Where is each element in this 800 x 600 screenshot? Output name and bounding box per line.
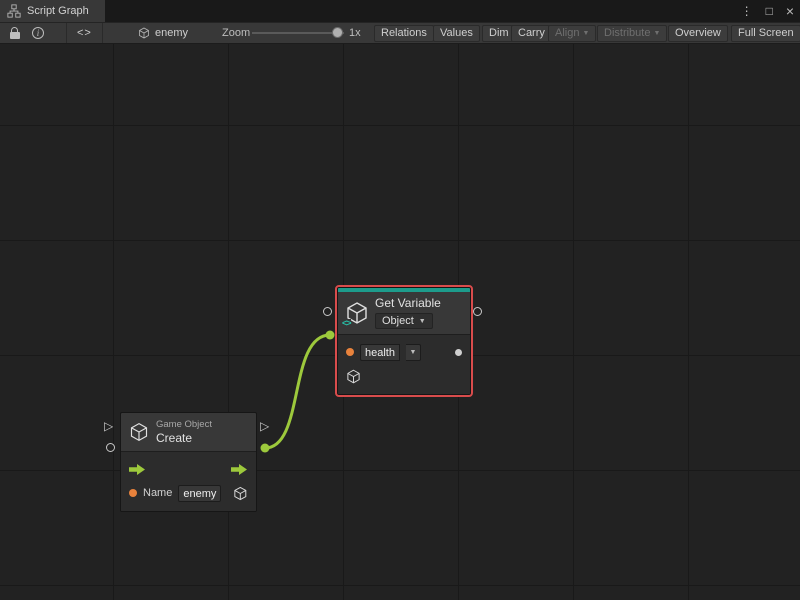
zoom-slider[interactable] — [252, 23, 344, 43]
close-icon[interactable]: × — [786, 3, 794, 19]
create-header: Game Object Create — [121, 413, 256, 451]
code-view-button[interactable]: <> — [66, 23, 103, 43]
menu-icon[interactable]: ⋮ — [741, 4, 753, 18]
create-flow-out-port[interactable]: ▷ — [260, 420, 269, 432]
graph-name-label: enemy — [155, 27, 188, 39]
chevron-down-icon: ▼ — [419, 318, 426, 325]
tab-title: Script Graph — [27, 5, 89, 17]
flow-row — [129, 457, 248, 481]
get-variable-header: <> Get Variable Object ▼ — [338, 292, 470, 334]
zoom-label: Zoom — [222, 23, 250, 43]
overview-button[interactable]: Overview — [668, 25, 728, 42]
node-title: Create — [156, 431, 212, 445]
lock-icon — [9, 27, 21, 39]
flow-out-arrow-icon[interactable] — [231, 464, 248, 475]
variable-name-field[interactable]: health — [360, 344, 400, 361]
object-target-row — [346, 364, 462, 388]
script-graph-icon — [7, 4, 21, 18]
name-input-row: Name enemy — [129, 481, 248, 505]
chevron-down-icon: ▼ — [582, 30, 589, 37]
variable-name-row: health ▼ — [346, 340, 462, 364]
relations-button[interactable]: Relations — [374, 25, 434, 42]
get-variable-object-port[interactable] — [326, 331, 335, 340]
code-icon: <> — [77, 27, 92, 39]
graph-toolbar: i <> enemy Zoom 1x Relations Values Dim … — [0, 22, 800, 44]
variable-name-dropdown-button[interactable]: ▼ — [406, 344, 421, 361]
tab-script-graph[interactable]: Script Graph — [0, 0, 105, 22]
values-button[interactable]: Values — [433, 25, 480, 42]
get-variable-value-output-port[interactable] — [473, 307, 482, 316]
unity-script-graph-window: { "window": { "tab": { "title": "Script … — [0, 0, 800, 600]
lock-button[interactable] — [6, 23, 24, 43]
graph-breadcrumb[interactable]: enemy — [138, 23, 188, 43]
distribute-button: Distribute▼ — [597, 25, 667, 42]
create-output-port[interactable] — [261, 444, 270, 453]
align-button: Align▼ — [548, 25, 596, 42]
gameobject-output-icon — [233, 486, 248, 501]
tab-bar: Script Graph ⋮ □ × — [0, 0, 800, 22]
string-input-port[interactable] — [346, 348, 354, 356]
get-variable-body: health ▼ — [338, 334, 470, 394]
variable-cube-icon: <> — [345, 301, 369, 325]
connection-wire[interactable] — [265, 335, 330, 448]
carry-button[interactable]: Carry — [511, 25, 552, 42]
chevron-down-icon: ▼ — [410, 349, 417, 356]
graph-canvas[interactable]: <> Get Variable Object ▼ health ▼ — [0, 44, 800, 600]
zoom-slider-handle[interactable] — [332, 27, 343, 38]
node-title: Get Variable — [375, 296, 441, 310]
create-game-object-node[interactable]: Game Object Create Name enemy — [120, 412, 257, 512]
info-button[interactable]: i — [29, 23, 47, 43]
create-name-input-port[interactable] — [106, 443, 115, 452]
string-input-port[interactable] — [129, 489, 137, 497]
get-variable-node[interactable]: <> Get Variable Object ▼ health ▼ — [337, 287, 471, 395]
chevron-down-icon: ▼ — [653, 30, 660, 37]
value-output-port[interactable] — [455, 349, 462, 356]
gameobject-cube-icon — [129, 422, 149, 442]
create-flow-in-port[interactable]: ▷ — [104, 420, 113, 432]
code-badge-icon: <> — [342, 319, 351, 328]
graph-object-icon — [138, 27, 150, 39]
get-variable-name-input-port[interactable] — [323, 307, 332, 316]
gameobject-input-icon — [346, 369, 361, 384]
zoom-value: 1x — [349, 23, 361, 43]
window-controls: ⋮ □ × — [741, 0, 794, 22]
zoom-slider-track[interactable] — [252, 32, 344, 34]
variable-scope-dropdown[interactable]: Object ▼ — [375, 313, 433, 329]
maximize-icon[interactable]: □ — [766, 4, 773, 18]
name-field[interactable]: enemy — [178, 485, 221, 502]
name-field-label: Name — [143, 487, 172, 499]
node-category: Game Object — [156, 419, 212, 430]
info-icon: i — [32, 27, 44, 39]
flow-in-arrow-icon[interactable] — [129, 464, 146, 475]
create-body: Name enemy — [121, 451, 256, 511]
fullscreen-button[interactable]: Full Screen — [731, 25, 800, 42]
